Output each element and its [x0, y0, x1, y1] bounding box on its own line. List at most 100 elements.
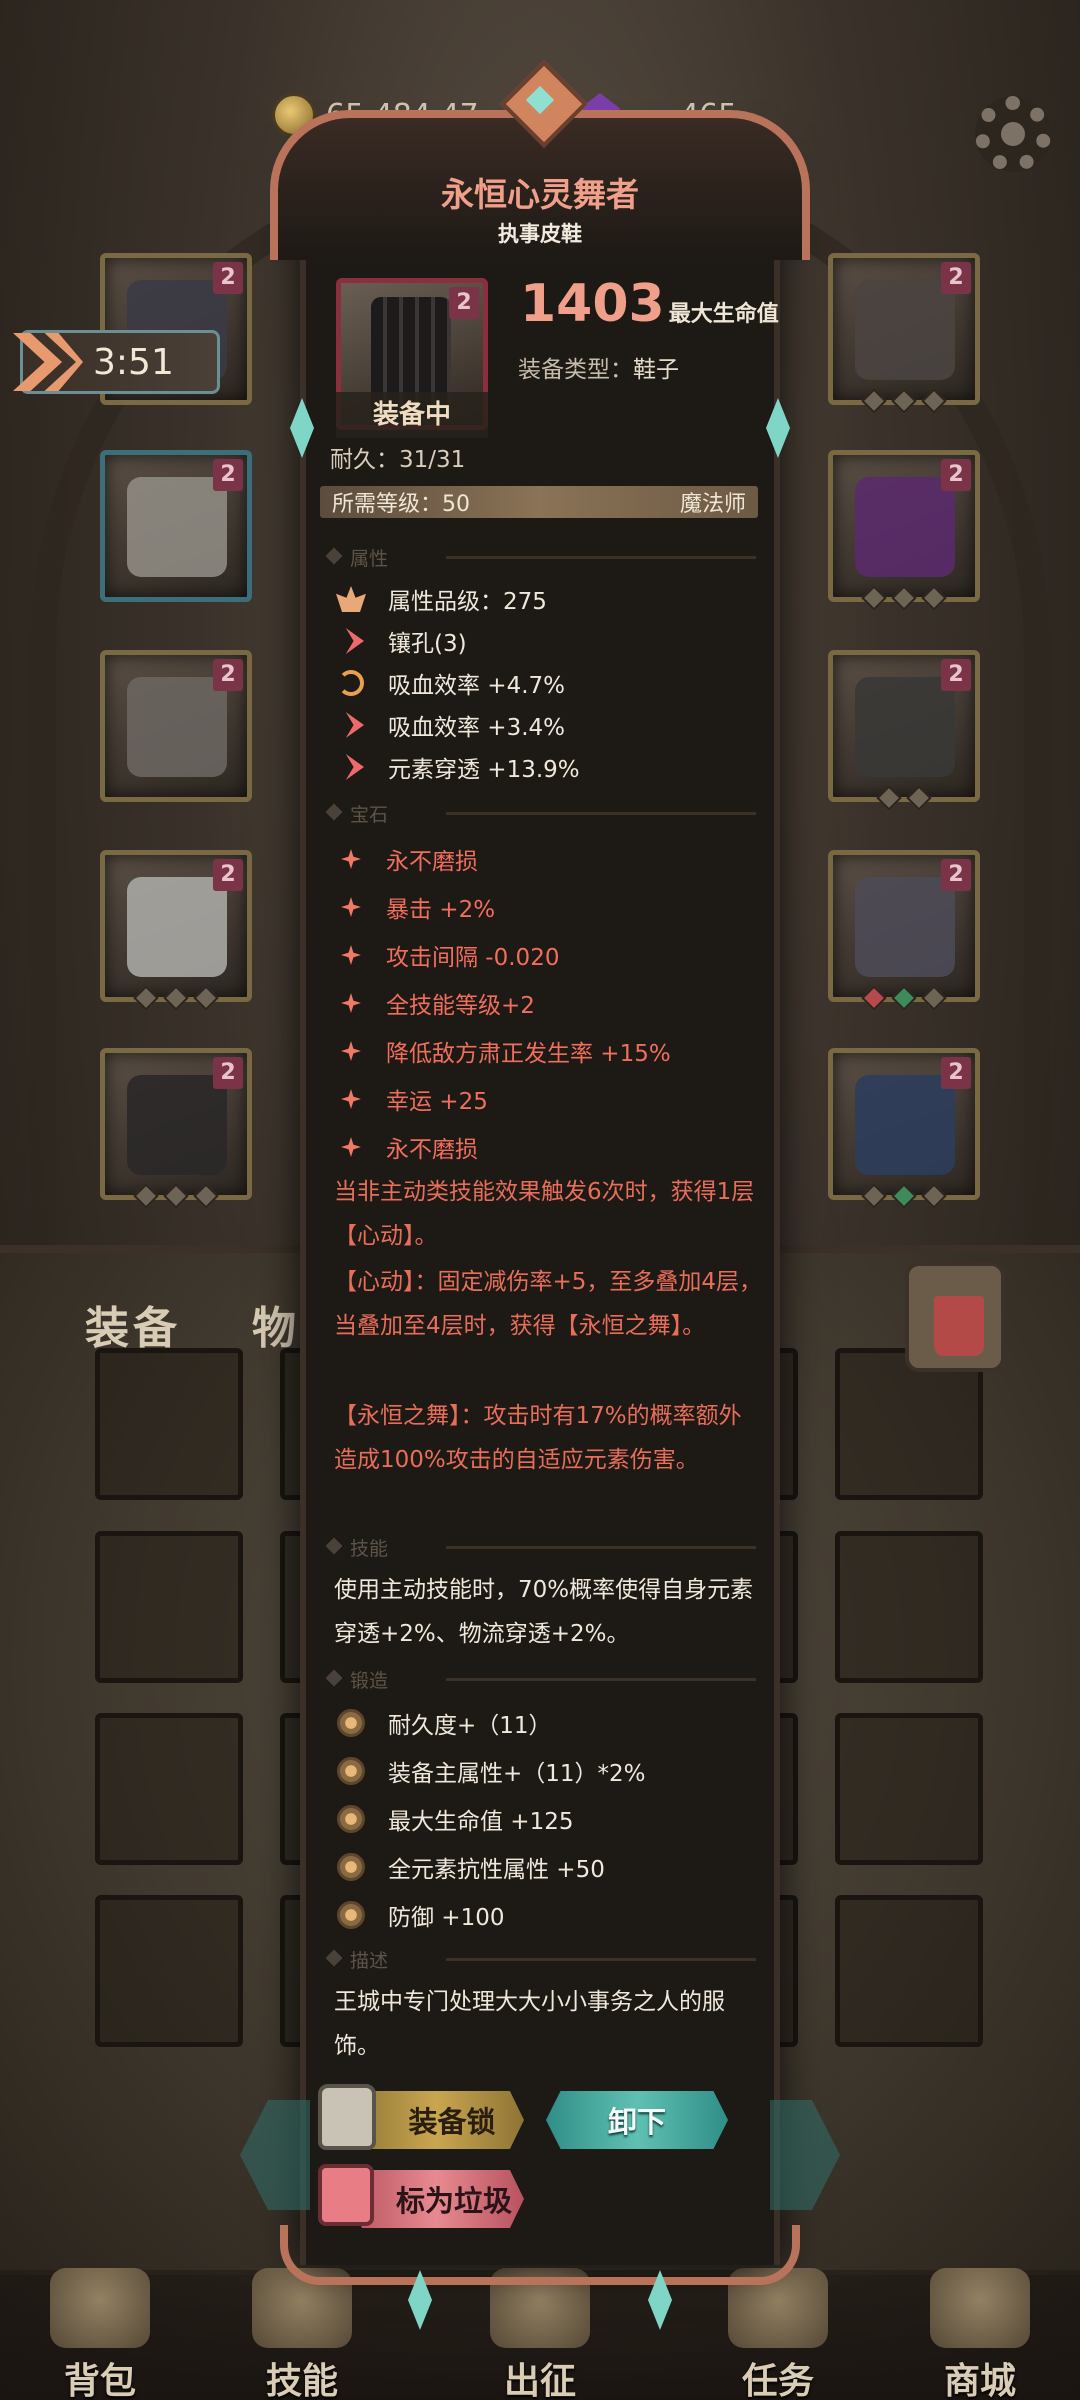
rune-icon [336, 710, 366, 740]
equip-slot-offhand[interactable]: 2 [828, 1048, 980, 1209]
section-gems: 宝石 [336, 800, 756, 826]
timer-text: 3:51 [93, 341, 174, 383]
gem-line: 全技能等级+2 [336, 986, 535, 1020]
main-stat: 1403 最大生命值 [520, 274, 779, 334]
forge-text: 耐久度+（11） [388, 1713, 552, 1739]
attribute-text: 吸血效率 +4.7% [388, 673, 566, 699]
attribute-line: 吸血效率 +3.4% [336, 708, 565, 742]
forge-text: 装备主属性+（11）*2% [388, 1761, 646, 1787]
forge-line: 全元素抗性属性 +50 [336, 1850, 605, 1884]
forge-dot-icon [336, 1756, 366, 1786]
gem-line: 攻击间隔 -0.020 [336, 938, 559, 972]
forge-text: 全元素抗性属性 +50 [388, 1857, 605, 1883]
pants-icon [127, 877, 227, 977]
socket-gems [833, 785, 975, 811]
forge-dot-icon [336, 1852, 366, 1882]
boots-icon [127, 1075, 227, 1175]
attribute-text: 镶孔(3) [388, 631, 467, 657]
attribute-line: 属性品级：275 [336, 582, 547, 616]
main-stat-value: 1403 [520, 274, 665, 334]
bracelet-icon [855, 677, 955, 777]
armor-icon [127, 477, 227, 577]
socket-gems [833, 388, 975, 414]
tier-badge: 2 [213, 859, 243, 891]
socket-icon [336, 626, 366, 656]
equip-slot-weapon[interactable]: 2 [828, 850, 980, 1011]
equip-slot-armor[interactable]: 2 [100, 450, 252, 602]
durability: 耐久：31/31 [330, 447, 466, 473]
gem-text: 永不磨损 [386, 849, 478, 875]
cycle-icon [336, 668, 366, 698]
sparkle-icon [336, 1132, 366, 1162]
effect-text: 当非主动类技能效果触发6次时，获得1层【心动】。 [334, 1179, 755, 1249]
gem-text: 幸运 +25 [386, 1089, 488, 1115]
item-subtitle: 执事皮鞋 [498, 222, 582, 246]
unequip-button[interactable]: 卸下 [546, 2091, 728, 2149]
rune-icon [336, 752, 366, 782]
tab-equipment[interactable]: 装备 [85, 1292, 181, 1356]
sparkle-icon [336, 892, 366, 922]
backpack-icon [50, 2268, 150, 2348]
nav-shop[interactable]: 商城 [900, 2268, 1060, 2400]
forge-dot-icon [336, 1708, 366, 1738]
padlock-icon [318, 2084, 376, 2150]
gem-line: 降低敌方肃正发生率 +15% [336, 1034, 671, 1068]
tier-badge: 2 [941, 659, 971, 691]
lotus-icon [336, 584, 366, 614]
trash-can-icon[interactable] [905, 1262, 1005, 1372]
tier-badge: 2 [213, 459, 243, 491]
forge-text: 最大生命值 +125 [388, 1809, 574, 1835]
gem-text: 攻击间隔 -0.020 [386, 945, 560, 971]
buff-timer[interactable]: 3:51 [13, 330, 220, 394]
gem-text: 降低敌方肃正发生率 +15% [386, 1041, 671, 1067]
gem-line: 暴击 +2% [336, 890, 495, 924]
equip-slot-pants[interactable]: 2 [100, 850, 252, 1011]
equip-slot-boots[interactable]: 2 [100, 1048, 252, 1209]
attribute-text: 吸血效率 +3.4% [388, 715, 566, 741]
equip-slot-necklace[interactable]: 2 [828, 253, 980, 414]
tier-badge: 2 [941, 262, 971, 294]
main-stat-label: 最大生命值 [668, 302, 779, 327]
description-text: 王城中专门处理大大小小事务之人的服饰。 [334, 1989, 725, 2059]
equip-type: 装备类型：鞋子 [518, 350, 679, 384]
forge-dot-icon [336, 1900, 366, 1930]
nav-label: 商城 [943, 2361, 1016, 2400]
section-title: 属性 [350, 548, 389, 570]
mark-as-trash-button[interactable]: 标为垃圾 [348, 2170, 524, 2228]
tier-badge: 2 [213, 262, 243, 294]
tier-badge: 2 [941, 1057, 971, 1089]
forge-text: 防御 +100 [388, 1905, 505, 1931]
nav-skills[interactable]: 技能 [222, 2268, 382, 2400]
sparkle-icon [336, 1036, 366, 1066]
nav-backpack[interactable]: 背包 [20, 2268, 180, 2400]
attribute-line: 镶孔(3) [336, 624, 467, 658]
sparkle-icon [336, 940, 366, 970]
sparkle-icon [336, 988, 366, 1018]
forge-line: 最大生命值 +125 [336, 1802, 573, 1836]
sparkle-icon [336, 1084, 366, 1114]
nav-quests[interactable]: 任务 [698, 2268, 858, 2400]
socket-gems [833, 1183, 975, 1209]
staff-icon [855, 877, 955, 977]
settings-gear-icon[interactable] [975, 96, 1051, 172]
section-attributes: 属性 [336, 544, 756, 570]
required-level: 所需等级：50 [332, 492, 470, 517]
equip-slot-bracelet[interactable]: 2 [828, 650, 980, 811]
requirement-bar: 所需等级：50 魔法师 [320, 486, 758, 518]
item-name: 永恒心灵舞者 [441, 175, 639, 214]
equipped-label: 装备中 [336, 392, 488, 438]
fast-forward-icon [13, 333, 83, 391]
equip-slot-ring[interactable]: 2 [828, 450, 980, 611]
effect-text: 【心动】：固定减伤率+5，至多叠加4层，当叠加至4层时，获得【永恒之舞】。 [334, 1269, 763, 1339]
gem-text: 永不磨损 [386, 1137, 478, 1163]
equip-slot-gloves[interactable]: 2 [100, 650, 252, 802]
forge-line: 装备主属性+（11）*2% [336, 1754, 646, 1788]
ring-icon [855, 477, 955, 577]
attribute-line: 吸血效率 +4.7% [336, 666, 565, 700]
nav-expedition[interactable]: 出征 [460, 2268, 620, 2400]
equip-type-value: 鞋子 [633, 357, 679, 383]
orb-book-icon [855, 1075, 955, 1175]
attribute-text: 属性品级：275 [388, 589, 547, 615]
gem-line: 幸运 +25 [336, 1082, 488, 1116]
equip-type-key: 装备类型： [518, 357, 633, 383]
